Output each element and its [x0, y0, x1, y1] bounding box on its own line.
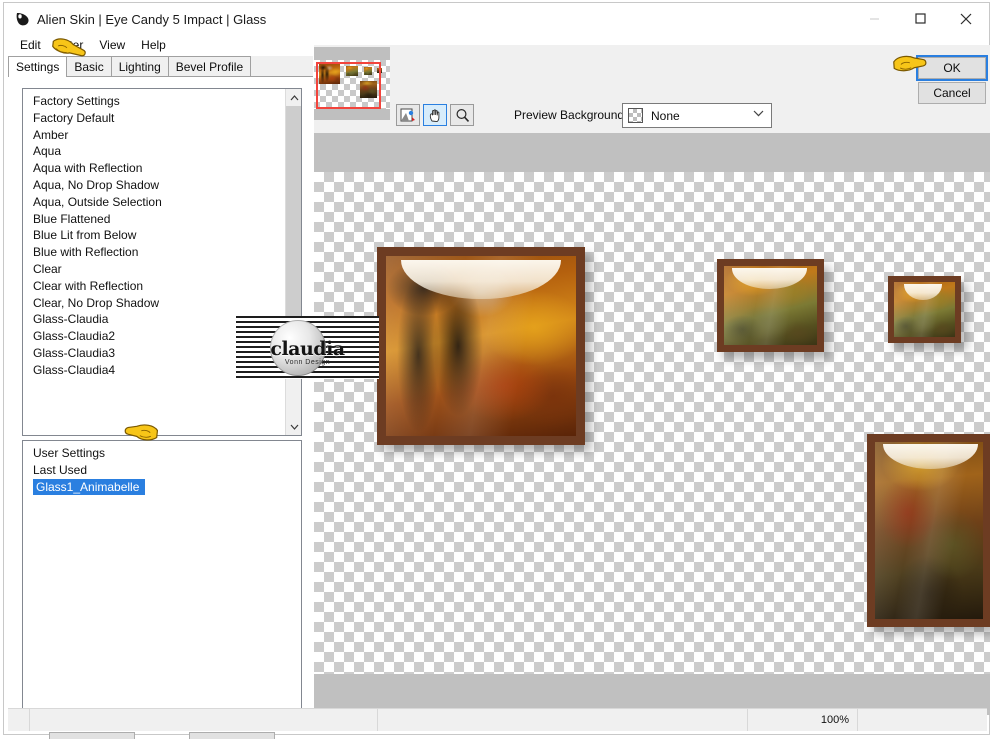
watermark-subtext: Vonn Design [284, 359, 331, 366]
menu-item-filter[interactable]: Filter [49, 36, 92, 54]
tab-bevel-profile[interactable]: Bevel Profile [167, 56, 252, 76]
window-controls [851, 3, 989, 34]
preview-background-select[interactable]: None [622, 103, 772, 128]
minimize-icon[interactable] [851, 3, 897, 34]
navigator-viewport-rect[interactable] [316, 62, 381, 109]
list-item[interactable]: Aqua, No Drop Shadow [23, 177, 285, 194]
list-item[interactable]: Blue Lit from Below [23, 227, 285, 244]
preview-tool-buttons [396, 104, 474, 126]
preview-image-bottom [867, 434, 990, 627]
user-settings-items: User Settings Last Used Glass1_Animabell… [23, 441, 285, 496]
chevron-up-icon[interactable] [286, 89, 301, 106]
preview-area: Preview Background: None OK Cancel [314, 45, 990, 715]
list-item[interactable]: Aqua [23, 143, 285, 160]
list-item[interactable]: Factory Default [23, 110, 285, 127]
list-item[interactable]: Clear, No Drop Shadow [23, 295, 285, 312]
list-item[interactable]: Clear [23, 261, 285, 278]
maximize-icon[interactable] [897, 3, 943, 34]
chevron-down-icon[interactable] [753, 109, 764, 120]
preview-canvas[interactable] [314, 133, 990, 715]
preview-image-medium [717, 259, 824, 352]
list-item[interactable]: Blue Flattened [23, 211, 285, 228]
list-item[interactable]: User Settings [23, 445, 285, 462]
list-item[interactable]: Blue with Reflection [23, 244, 285, 261]
status-cell-detail [378, 709, 748, 731]
status-cell-info [30, 709, 378, 731]
menu-item-edit[interactable]: Edit [12, 36, 49, 54]
scrollbar-thumb[interactable] [286, 106, 301, 334]
list-item[interactable]: Aqua with Reflection [23, 160, 285, 177]
preview-background-value: None [651, 108, 680, 123]
status-bar: 100% [8, 708, 987, 731]
watermark-overlay: claudia Vonn Design [236, 316, 379, 379]
menu-item-view[interactable]: View [91, 36, 133, 54]
list-item[interactable]: Aqua, Outside Selection [23, 194, 285, 211]
list-item[interactable]: Last Used [23, 462, 285, 479]
cancel-button[interactable]: Cancel [918, 82, 986, 104]
transparency-swatch-icon [628, 108, 643, 123]
status-zoom-level: 100% [748, 709, 858, 731]
tab-settings[interactable]: Settings [8, 56, 68, 77]
application-window: Alien Skin | Eye Candy 5 Impact | Glass … [0, 0, 994, 739]
user-settings-list[interactable]: User Settings Last Used Glass1_Animabell… [22, 440, 302, 728]
pan-hand-icon[interactable] [423, 104, 447, 126]
list-item-selected[interactable]: Glass1_Animabelle [33, 478, 146, 496]
tab-lighting[interactable]: Lighting [110, 56, 169, 76]
zoom-magnifier-icon[interactable] [450, 104, 474, 126]
tab-bar: Settings Basic Lighting Bevel Profile [8, 56, 313, 77]
menu-item-help[interactable]: Help [133, 36, 174, 54]
tab-basic[interactable]: Basic [66, 56, 112, 76]
manage-button[interactable]: Manage [189, 732, 275, 739]
preview-background-label: Preview Background: [514, 108, 628, 122]
panel-button-row: Save Manage [22, 732, 302, 739]
navigator-thumbnail[interactable] [314, 47, 390, 120]
preview-toggle-icon[interactable] [396, 104, 420, 126]
chevron-down-icon[interactable] [286, 418, 301, 435]
title-bar: Alien Skin | Eye Candy 5 Impact | Glass [4, 3, 989, 35]
preview-image-large [377, 247, 585, 445]
list-item[interactable]: Amber [23, 127, 285, 144]
save-button[interactable]: Save [49, 732, 135, 739]
list-item[interactable]: Factory Settings [23, 93, 285, 110]
factory-settings-list[interactable]: Factory Settings Factory Default Amber A… [22, 88, 302, 436]
preview-image-small [888, 276, 961, 343]
window-title: Alien Skin | Eye Candy 5 Impact | Glass [37, 12, 267, 27]
list-item[interactable]: Clear with Reflection [23, 278, 285, 295]
ok-button[interactable]: OK [916, 55, 988, 81]
status-cell-left [8, 709, 30, 731]
window-frame: Alien Skin | Eye Candy 5 Impact | Glass … [3, 2, 990, 739]
close-icon[interactable] [943, 3, 989, 34]
factory-list-scrollbar[interactable] [285, 89, 301, 435]
settings-panel: Settings Basic Lighting Bevel Profile Fa… [8, 56, 313, 739]
watermark-text: claudia [270, 338, 345, 360]
alien-drop-icon [14, 11, 31, 28]
